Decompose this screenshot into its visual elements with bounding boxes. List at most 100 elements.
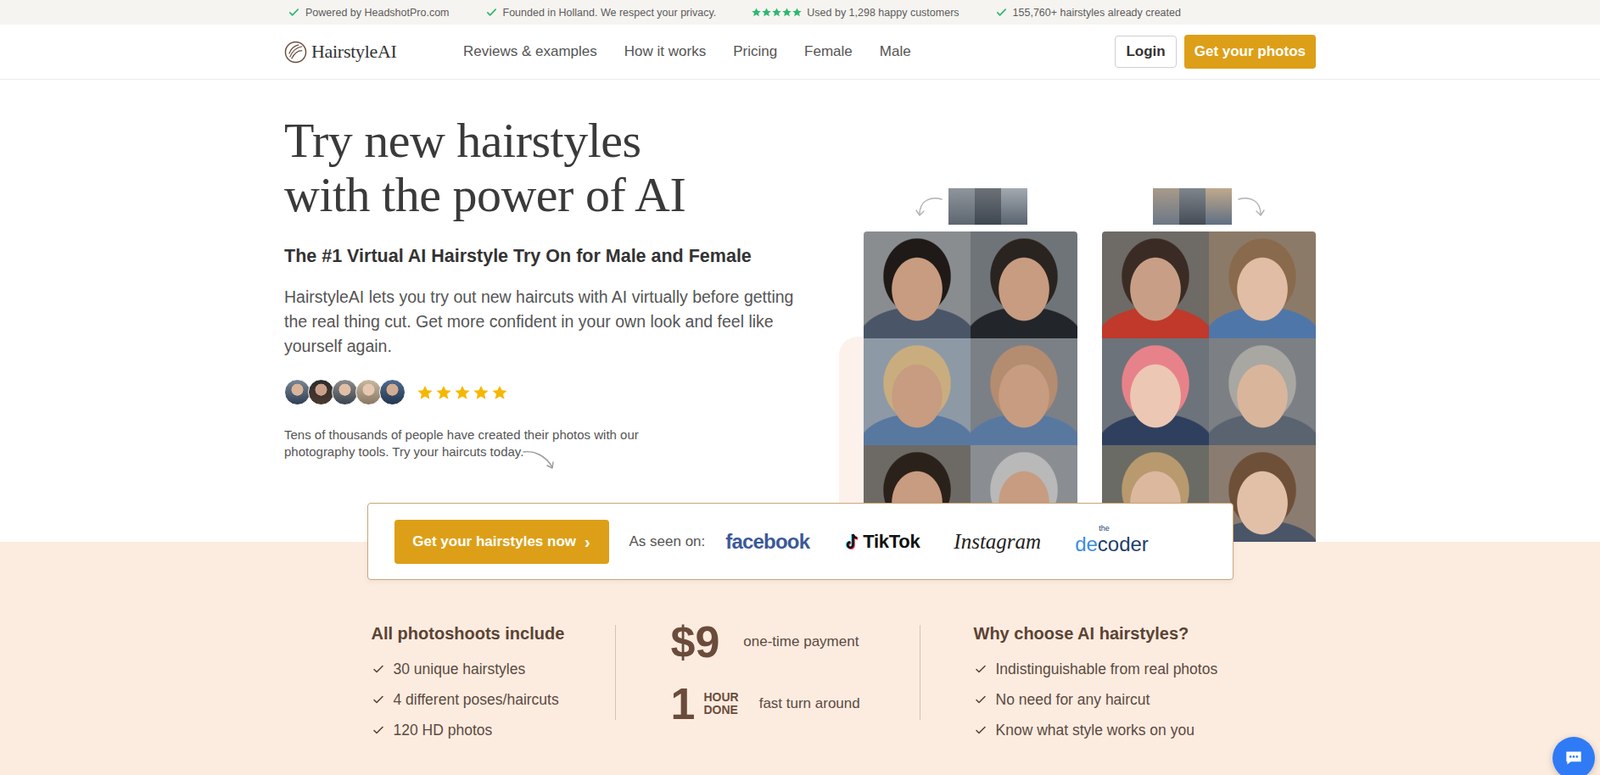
logo-part: TikTok (862, 531, 920, 553)
get-photos-button[interactable]: Get your photos (1184, 34, 1316, 69)
hairstyle-photo[interactable] (1208, 338, 1316, 446)
thumbnail-photo (1152, 188, 1180, 225)
curved-arrow-icon (1235, 194, 1266, 219)
unit-bottom: DONE (703, 704, 739, 717)
check-icon (995, 5, 1008, 19)
check-icon (973, 723, 988, 738)
star-icon (436, 385, 452, 401)
get-hairstyles-button[interactable]: Get your hairstyles now› (394, 520, 610, 565)
logo[interactable]: HairstyleAI (284, 40, 464, 64)
unit-top: HOUR (703, 691, 739, 705)
feature-text: 4 different poses/haircuts (393, 691, 560, 710)
star-rating (751, 7, 802, 17)
price: $9 (671, 618, 721, 666)
hairstyle-photo[interactable] (1102, 231, 1209, 339)
divider (919, 625, 921, 721)
logo-word: facebook (725, 530, 810, 554)
curved-arrow-icon (914, 194, 946, 219)
divider (615, 625, 616, 721)
cta-bar: Get your hairstyles now›As seen on:faceb… (367, 503, 1234, 581)
hero-description: HairstyleAI lets you try out new haircut… (284, 285, 806, 359)
logo-icon (284, 40, 308, 64)
hero-title-line: with the power of AI (284, 167, 806, 223)
logo-prefix: the (1098, 524, 1110, 533)
thumbnail-photo (974, 188, 1002, 225)
thumbnail-row (1102, 187, 1316, 225)
top-bar-item: Powered by HeadshotPro.com (287, 5, 450, 19)
hairstyle-photo[interactable] (1208, 231, 1316, 339)
star-icon (417, 385, 433, 401)
star-icon (792, 7, 802, 17)
check-icon (973, 662, 988, 677)
hairstyle-photo[interactable] (970, 338, 1078, 446)
logo-word: Instagram (953, 530, 1041, 554)
thumbnail-row (863, 187, 1078, 225)
avatar (379, 379, 406, 406)
feature-item: 120 HD photos (371, 715, 616, 746)
avatar (307, 379, 335, 406)
logo-part: coder (1097, 532, 1149, 556)
avatar (331, 379, 359, 406)
feature-item: No need for any haircut (973, 684, 1219, 716)
check-icon (485, 5, 498, 19)
photo-grid (1102, 231, 1316, 543)
hairstyle-photo[interactable] (863, 231, 971, 339)
curved-arrow-icon (521, 447, 560, 473)
tiktok-icon (843, 532, 861, 552)
hero-note-text: Tens of thousands of people have created… (284, 427, 639, 459)
nav-link[interactable]: Reviews & examples (463, 43, 598, 61)
feature-item: Know what style works on you (973, 715, 1219, 746)
nav-link[interactable]: Pricing (732, 43, 778, 61)
star-icon (761, 7, 772, 17)
hairstyle-photo[interactable] (863, 338, 971, 446)
hero-text: Try new hairstyleswith the power of AITh… (284, 113, 806, 543)
rating-row (284, 379, 806, 406)
features: All photoshoots include30 unique hairsty… (371, 623, 1230, 746)
thumbnail-photo (1179, 188, 1206, 225)
thumbnails (1152, 188, 1232, 225)
top-bar-item: Founded in Holland. We respect your priv… (485, 5, 717, 19)
top-bar-text: 155,760+ hairstyles already created (1012, 6, 1181, 19)
feature-item: Indistinguishable from real photos (973, 654, 1219, 685)
female-gallery (1102, 187, 1316, 543)
star-rating (417, 385, 508, 401)
feature-list: Indistinguishable from real photos No nee… (973, 654, 1219, 746)
chat-icon (1562, 747, 1585, 770)
nav-link[interactable]: How it works (624, 43, 706, 61)
navbar: HairstyleAIReviews & examples How it work… (0, 24, 1600, 80)
page: Powered by HeadshotPro.com Founded in Hol… (0, 0, 1600, 775)
why-column: Why choose AI hairstyles?Indistinguishab… (920, 623, 1219, 746)
logo-part: facebook (725, 530, 810, 554)
hairstyle-photo[interactable] (1102, 338, 1209, 446)
top-bar-item: 155,760+ hairstyles already created (995, 5, 1181, 19)
check-icon (371, 723, 386, 738)
top-bar-text: Founded in Holland. We respect your priv… (503, 6, 717, 19)
thumbnail-photo (1001, 188, 1028, 225)
nav-actions: LoginGet your photos (1114, 34, 1316, 69)
feature-text: 30 unique hairstyles (393, 660, 526, 679)
logo-word: thedecoder (1074, 527, 1149, 557)
top-bar-text: Powered by HeadshotPro.com (305, 6, 450, 19)
thumbnail-photo (948, 188, 975, 225)
chat-button[interactable] (1552, 737, 1595, 775)
star-icon (492, 385, 508, 401)
logo-part: Instagram (953, 530, 1041, 554)
avatar-group (284, 379, 406, 406)
avatar (355, 379, 382, 406)
feature-text: Indistinguishable from real photos (995, 660, 1219, 679)
login-button[interactable]: Login (1114, 35, 1176, 68)
press-logo: facebook (725, 530, 810, 554)
nav-link[interactable]: Male (879, 43, 912, 61)
feature-item: 4 different poses/haircuts (371, 684, 616, 716)
chevron-icon: › (584, 533, 591, 551)
press-logo: thedecoder (1074, 527, 1149, 557)
star-icon (751, 7, 761, 17)
hairstyle-photo[interactable] (970, 231, 1078, 339)
check-icon (287, 5, 301, 19)
hero: Try new hairstyleswith the power of AITh… (0, 79, 1600, 543)
photo-grid (863, 231, 1078, 543)
price-row: $9one-time payment (671, 618, 920, 666)
star-icon (772, 7, 782, 17)
nav-link[interactable]: Female (804, 43, 853, 61)
turnaround-row: 1HOURDONEfast turn around (671, 680, 920, 728)
